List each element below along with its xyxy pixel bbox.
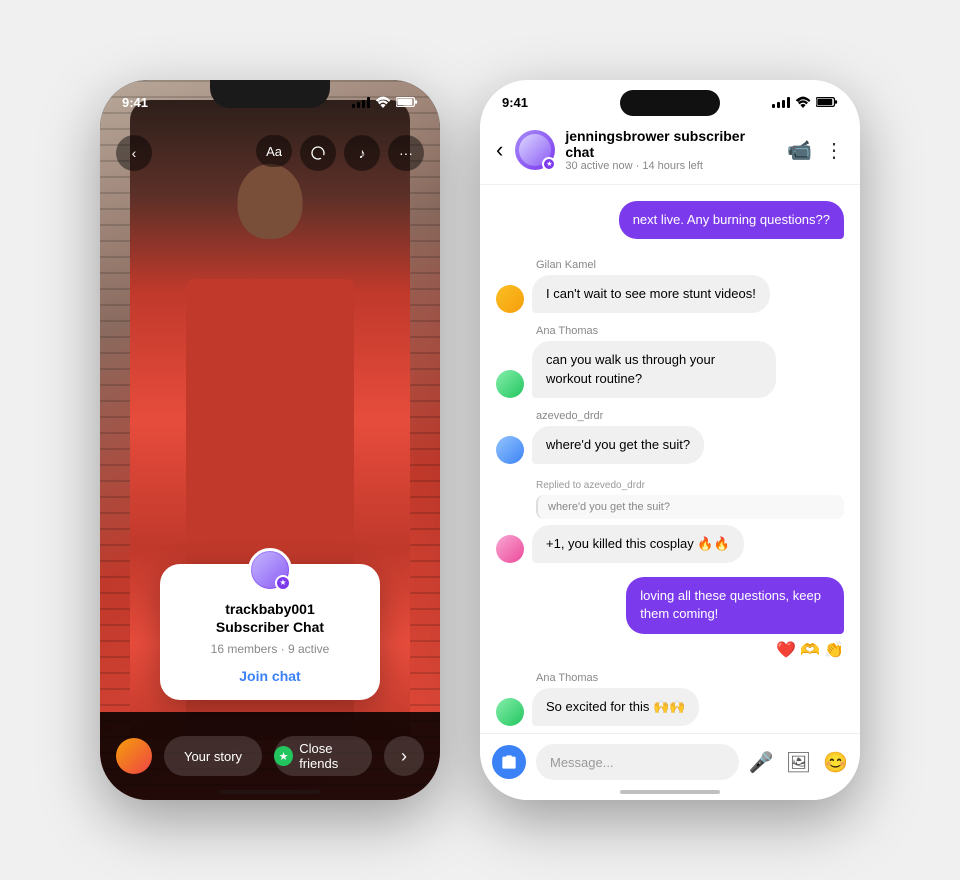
text-tool-button[interactable]: Aa (256, 135, 292, 167)
message-group-out-2: loving all these questions, keep them co… (554, 577, 844, 659)
camera-button[interactable] (492, 745, 526, 779)
music-tool-button[interactable]: ♪ (344, 135, 380, 171)
popup-avatar: ★ (248, 548, 292, 592)
home-indicator-right (620, 790, 720, 794)
send-story-button[interactable]: › (384, 736, 424, 776)
message-group-reply: Replied to azevedo_drdr where'd you get … (496, 480, 844, 563)
story-bottom-bar: Your story ★ Close friends › (100, 712, 440, 800)
battery-icon (396, 96, 418, 108)
reactions: ❤️ 🫶 👏 (776, 640, 844, 660)
messages-area: next live. Any burning questions?? Gilan… (480, 185, 860, 733)
avatar-3 (496, 436, 524, 464)
your-story-label: Your story (184, 749, 242, 764)
message-group-1: Gilan Kamel I can't wait to see more stu… (496, 259, 844, 313)
battery-icon-right (816, 96, 838, 108)
left-phone: 9:41 ‹ Aa ♪ ··· ★ trackb (100, 80, 440, 800)
message-group-2: Ana Thomas can you walk us through your … (496, 325, 844, 397)
time-left: 9:41 (122, 95, 148, 110)
message-out-2: loving all these questions, keep them co… (626, 577, 844, 633)
your-story-avatar (116, 738, 152, 774)
message-placeholder: Message... (550, 755, 614, 770)
reaction-hands: 🫶 (800, 640, 820, 660)
your-story-button[interactable]: Your story (164, 736, 262, 776)
popup-member-count: 16 members · 9 active (176, 642, 364, 656)
sender-name-4: Ana Thomas (536, 672, 844, 684)
avatar-4 (496, 698, 524, 726)
chat-header-avatar: ★ (515, 130, 555, 170)
dynamic-island (620, 90, 720, 116)
message-group-4: Ana Thomas So excited for this 🙌🙌 (496, 672, 844, 726)
message-out-1: next live. Any burning questions?? (619, 201, 844, 239)
chat-screen: 9:41 ‹ ★ jenningsbrower subscriber cha (480, 80, 860, 800)
message-group-3: azevedo_drdr where'd you get the suit? (496, 410, 844, 464)
message-in-4: So excited for this 🙌🙌 (532, 688, 699, 726)
more-options-icon[interactable]: ⋮ (824, 138, 844, 163)
sticker-icon (310, 145, 326, 161)
right-phone: 9:41 ‹ ★ jenningsbrower subscriber cha (480, 80, 860, 800)
avatar-1 (496, 285, 524, 313)
chat-header-actions: 📹 ⋮ (787, 138, 844, 163)
signal-icon-right (772, 96, 790, 108)
chat-name: jenningsbrower subscriber chat (565, 128, 777, 160)
chat-subscriber-badge: ★ (542, 157, 556, 171)
popup-chat-name: trackbaby001Subscriber Chat (176, 600, 364, 636)
sender-name-1: Gilan Kamel (536, 259, 844, 271)
chat-header-info: jenningsbrower subscriber chat 30 active… (565, 128, 777, 172)
story-top-controls: ‹ Aa ♪ ··· (100, 135, 440, 171)
sticker-icon-input[interactable]: 😊 (823, 750, 848, 775)
message-row-3: where'd you get the suit? (496, 426, 844, 464)
reaction-clap: 👏 (824, 640, 844, 660)
close-friends-label: Close friends (299, 741, 372, 771)
sticker-tool-button[interactable] (300, 135, 336, 171)
message-row-reply: +1, you killed this cosplay 🔥🔥 (496, 525, 844, 563)
back-button-chat[interactable]: ‹ (496, 137, 503, 163)
signal-icon (352, 96, 370, 108)
message-row-1: I can't wait to see more stunt videos! (496, 275, 844, 313)
back-button[interactable]: ‹ (116, 135, 152, 171)
camera-icon (501, 755, 517, 769)
notch (210, 80, 330, 108)
story-right-controls: Aa ♪ ··· (256, 135, 424, 171)
microphone-icon[interactable]: 🎤 (749, 750, 774, 775)
sender-name-2: Ana Thomas (536, 325, 844, 337)
avatar-2 (496, 370, 524, 398)
close-friends-button[interactable]: ★ Close friends (274, 736, 372, 776)
message-in-1: I can't wait to see more stunt videos! (532, 275, 770, 313)
reply-context: where'd you get the suit? (536, 495, 844, 519)
message-row-4: So excited for this 🙌🙌 (496, 688, 844, 726)
subscriber-badge-icon: ★ (275, 575, 291, 591)
reaction-heart: ❤️ (776, 640, 796, 660)
message-in-2: can you walk us through your workout rou… (532, 341, 776, 397)
message-row-2: can you walk us through your workout rou… (496, 341, 844, 397)
wifi-icon (375, 96, 391, 108)
subscriber-chat-popup: ★ trackbaby001Subscriber Chat 16 members… (160, 564, 380, 700)
wifi-icon-right (795, 96, 811, 108)
message-input[interactable]: Message... (536, 744, 739, 780)
avatar-reply (496, 535, 524, 563)
video-call-icon[interactable]: 📹 (787, 138, 812, 163)
replied-to-label: Replied to azevedo_drdr (536, 480, 844, 491)
close-friends-icon: ★ (274, 746, 293, 766)
person-head (238, 164, 303, 239)
status-icons-right (772, 96, 838, 108)
sender-name-3: azevedo_drdr (536, 410, 844, 422)
status-icons-left (352, 96, 418, 108)
chat-subtitle: 30 active now · 14 hours left (565, 160, 777, 172)
input-action-icons: 🎤 🖼 😊 (749, 750, 848, 775)
time-right: 9:41 (502, 95, 528, 110)
message-in-reply: +1, you killed this cosplay 🔥🔥 (532, 525, 744, 563)
more-tools-button[interactable]: ··· (388, 135, 424, 171)
photo-icon[interactable]: 🖼 (786, 750, 811, 775)
message-in-3: where'd you get the suit? (532, 426, 704, 464)
join-chat-button[interactable]: Join chat (176, 668, 364, 684)
